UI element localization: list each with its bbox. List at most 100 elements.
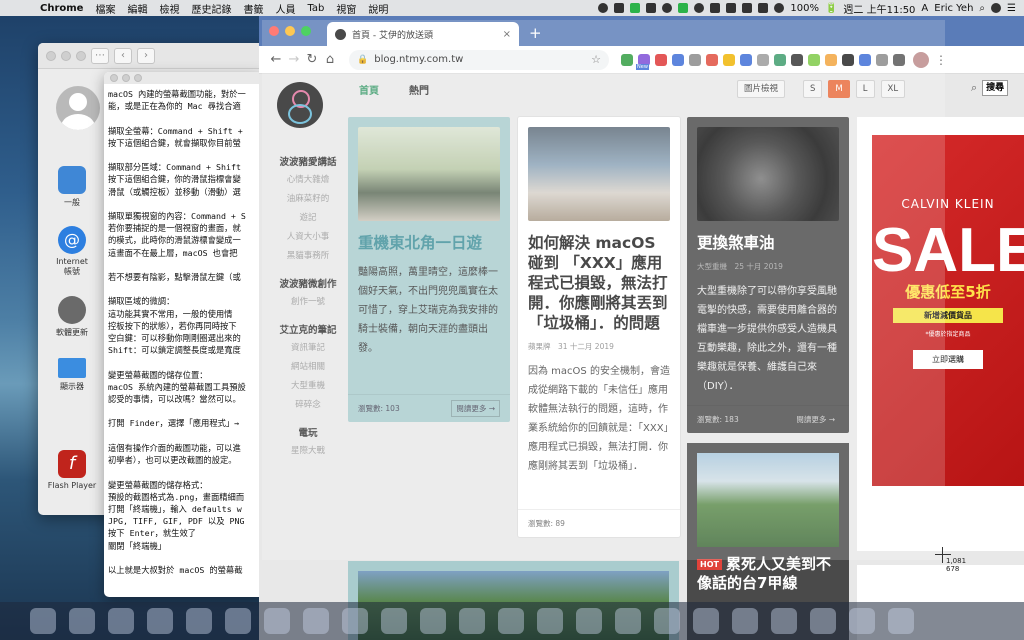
dock-app-icon[interactable] bbox=[186, 608, 212, 634]
dock-app-icon[interactable] bbox=[381, 608, 407, 634]
size-xl-button[interactable]: XL bbox=[880, 80, 906, 98]
post-title[interactable]: 如何解決 macOS 碰到 「XXX」應用程式已損毀，無法打開．你應剛將其丟到「… bbox=[528, 233, 670, 333]
dock-app-icon[interactable] bbox=[810, 608, 836, 634]
dock-app-icon[interactable] bbox=[498, 608, 524, 634]
status-icon[interactable] bbox=[646, 3, 657, 13]
siri-icon[interactable] bbox=[991, 3, 1002, 13]
post-card[interactable]: 更換煞車油 大型重機 25 十月 2019 大型重機除了可以帶你享受風馳電掣的快… bbox=[687, 117, 849, 433]
browser-tab[interactable]: 首頁 - 艾伊的放送頭 × bbox=[327, 22, 519, 46]
dock-app-icon[interactable] bbox=[732, 608, 758, 634]
menu-app-name[interactable]: Chrome bbox=[40, 3, 83, 14]
category-item[interactable]: 人資大小事 bbox=[259, 228, 357, 247]
dock-app-icon[interactable] bbox=[771, 608, 797, 634]
menu-people[interactable]: 人員 bbox=[275, 1, 295, 16]
ad-cta-button[interactable]: 立即選購 bbox=[913, 350, 983, 369]
dock-app-icon[interactable] bbox=[693, 608, 719, 634]
post-thumbnail[interactable] bbox=[697, 453, 839, 547]
zoom-button[interactable] bbox=[301, 26, 311, 36]
menu-window[interactable]: 視窗 bbox=[336, 1, 356, 16]
post-title[interactable]: 更換煞車油 bbox=[697, 233, 839, 253]
wifi-icon[interactable] bbox=[774, 3, 785, 13]
extension-icon[interactable] bbox=[791, 53, 803, 66]
notification-center-icon[interactable]: ☰ bbox=[1007, 3, 1016, 14]
document-text[interactable]: macOS 內建的螢幕截圖功能，對於一 能，或是正在為你的 Mac 尋找合適 擷… bbox=[104, 84, 264, 580]
dock-app-icon[interactable] bbox=[615, 608, 641, 634]
dock-app-icon[interactable] bbox=[420, 608, 446, 634]
size-m-button[interactable]: M bbox=[828, 80, 850, 98]
status-icon[interactable] bbox=[758, 3, 769, 13]
site-logo[interactable] bbox=[277, 82, 323, 128]
category-item[interactable]: 創作一號 bbox=[259, 293, 357, 312]
zoom-button[interactable] bbox=[76, 50, 86, 61]
grid-view-button[interactable]: ⋯ bbox=[91, 47, 109, 64]
extension-icon[interactable] bbox=[740, 53, 752, 66]
pref-internet-accounts[interactable]: @ Internet 帳號 bbox=[38, 226, 106, 277]
user-name[interactable]: Eric Yeh bbox=[934, 3, 973, 14]
clock[interactable]: 週二 上午11:50 bbox=[843, 1, 915, 16]
dock-app-icon[interactable] bbox=[108, 608, 134, 634]
image-view-button[interactable]: 圖片檢視 bbox=[737, 80, 786, 98]
pref-software-update[interactable]: 軟體更新 bbox=[38, 296, 106, 338]
category-item[interactable]: 星際大戰 bbox=[259, 442, 357, 461]
dock-app-icon[interactable] bbox=[849, 608, 875, 634]
evernote-icon[interactable] bbox=[621, 53, 633, 66]
menu-bookmarks[interactable]: 書籤 bbox=[243, 1, 263, 16]
extension-icon[interactable]: New bbox=[636, 53, 650, 70]
post-card[interactable]: 如何解決 macOS 碰到 「XXX」應用程式已損毀，無法打開．你應剛將其丟到「… bbox=[518, 117, 680, 537]
extension-icon[interactable] bbox=[825, 53, 837, 66]
nav-home[interactable]: 首頁 bbox=[359, 82, 379, 97]
dock-app-icon[interactable] bbox=[147, 608, 173, 634]
menu-view[interactable]: 檢視 bbox=[159, 1, 179, 16]
dock-app-icon[interactable] bbox=[537, 608, 563, 634]
category-heading[interactable]: 電玩 bbox=[259, 425, 357, 439]
menu-edit[interactable]: 編輯 bbox=[127, 1, 147, 16]
close-button[interactable] bbox=[269, 26, 279, 36]
extension-icon[interactable] bbox=[842, 53, 854, 66]
dock-app-icon[interactable] bbox=[654, 608, 680, 634]
pref-general[interactable]: 一般 bbox=[38, 166, 106, 208]
category-item[interactable]: 大型重機 bbox=[259, 377, 357, 396]
dock-app-icon[interactable] bbox=[30, 608, 56, 634]
status-icon[interactable] bbox=[726, 3, 737, 13]
forward-button[interactable]: › bbox=[137, 47, 155, 64]
zoom-button[interactable] bbox=[134, 74, 142, 82]
status-icon[interactable] bbox=[742, 3, 753, 13]
extension-icon[interactable] bbox=[655, 53, 667, 66]
menu-help[interactable]: 說明 bbox=[368, 1, 388, 16]
category-item[interactable]: 資訊筆記 bbox=[259, 339, 357, 358]
extension-icon[interactable] bbox=[893, 53, 905, 66]
menu-file[interactable]: 檔案 bbox=[95, 1, 115, 16]
dock-app-icon[interactable] bbox=[264, 608, 290, 634]
status-icon[interactable] bbox=[662, 3, 673, 13]
dock-app-icon[interactable] bbox=[888, 608, 914, 634]
close-button[interactable] bbox=[46, 50, 56, 61]
post-title[interactable]: HOT 累死人又美到不像話的台7甲線 bbox=[697, 555, 839, 593]
reload-icon[interactable]: ↻ bbox=[303, 52, 321, 67]
status-icon[interactable] bbox=[694, 3, 705, 13]
extension-icon[interactable] bbox=[723, 53, 735, 66]
extension-icon[interactable] bbox=[808, 53, 820, 66]
wechat-icon[interactable] bbox=[678, 3, 689, 13]
extension-icon[interactable] bbox=[672, 53, 684, 66]
spotlight-icon[interactable]: ⌕ bbox=[979, 3, 985, 14]
back-arrow-icon[interactable]: ← bbox=[267, 52, 285, 67]
category-item[interactable]: 油麻菜籽的 bbox=[259, 190, 357, 209]
more-menu-icon[interactable]: ⋮ bbox=[935, 53, 947, 67]
home-icon[interactable]: ⌂ bbox=[321, 52, 339, 67]
category-heading[interactable]: 波波豬微創作 bbox=[259, 276, 357, 290]
minimize-button[interactable] bbox=[285, 26, 295, 36]
size-s-button[interactable]: S bbox=[803, 80, 823, 98]
dock-app-icon[interactable] bbox=[303, 608, 329, 634]
extension-icon[interactable] bbox=[859, 53, 871, 66]
dock-app-icon[interactable] bbox=[459, 608, 485, 634]
line-icon[interactable] bbox=[630, 3, 641, 13]
ad-banner[interactable]: CALVIN KLEIN SALE 優惠低至5折 新增減價貨品 *優惠於指定商品… bbox=[857, 117, 1024, 551]
dock-app-icon[interactable] bbox=[576, 608, 602, 634]
address-bar[interactable]: 🔒 blog.ntmy.com.tw ☆ bbox=[349, 49, 609, 70]
menu-tab[interactable]: Tab bbox=[307, 3, 324, 14]
post-thumbnail[interactable] bbox=[358, 127, 500, 221]
category-item[interactable]: 遊記 bbox=[259, 209, 357, 228]
category-item[interactable]: 黑貓事務所 bbox=[259, 247, 357, 266]
dock-app-icon[interactable] bbox=[69, 608, 95, 634]
search-button[interactable]: 搜尋 bbox=[982, 80, 1009, 96]
